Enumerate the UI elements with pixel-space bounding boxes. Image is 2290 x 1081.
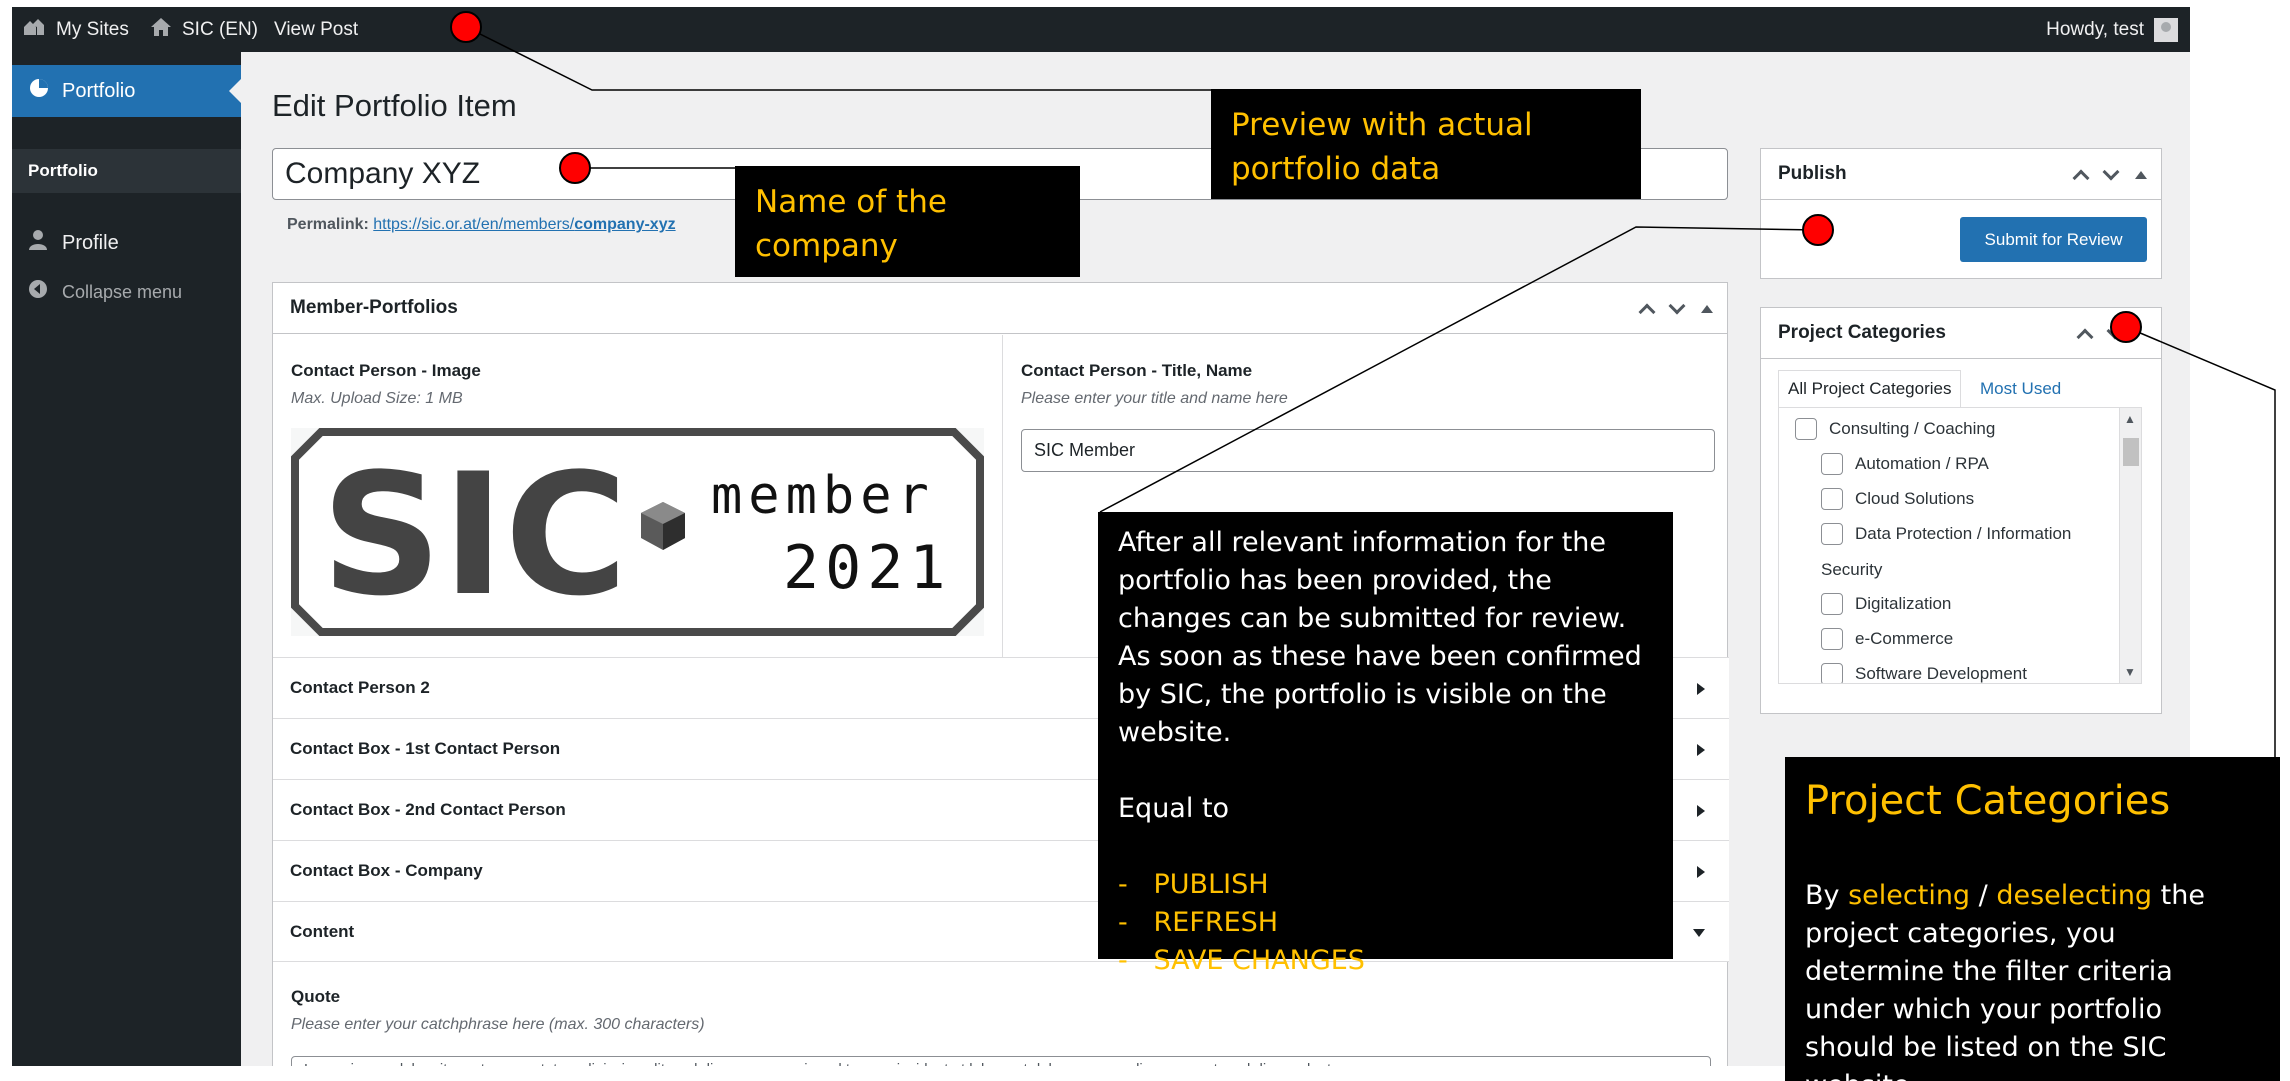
callout-project-categories: Project Categories By selecting / desele… — [1785, 757, 2280, 1081]
marker-view-post — [450, 11, 482, 43]
callout-action-save: - SAVE CHANGES — [1118, 945, 1365, 976]
action-label: REFRESH — [1153, 907, 1279, 938]
callout-preview: Preview with actual portfolio data — [1211, 89, 1641, 199]
marker-categories — [2110, 311, 2142, 343]
marker-submit — [1802, 214, 1834, 246]
callout-equal-to: Equal to — [1118, 793, 1230, 824]
callout-categories-title: Project Categories — [1805, 778, 2171, 824]
marker-post-title — [559, 152, 591, 184]
screenshot-stage: My Sites SIC (EN) View Post Howdy, test — [0, 0, 2290, 1081]
callout-submit-review: After all relevant information for the p… — [1098, 512, 1673, 976]
callout-categories-text: By selecting / deselecting the project c… — [1805, 877, 2260, 1081]
callout-action-publish: - PUBLISH — [1118, 869, 1269, 900]
callout-company-name: Name of the company — [735, 166, 1080, 277]
callout-preview-text: Preview with actual portfolio data — [1231, 107, 1533, 187]
callout-submit-text: After all relevant information for the p… — [1118, 527, 1642, 748]
callout-action-refresh: - REFRESH — [1118, 907, 1279, 938]
action-label: PUBLISH — [1153, 869, 1269, 900]
text-part: / — [1970, 880, 1997, 911]
text-selecting: selecting — [1848, 880, 1971, 911]
text-deselecting: deselecting — [1996, 880, 2153, 911]
action-label: SAVE CHANGES — [1153, 945, 1365, 976]
callout-company-name-text: Name of the company — [755, 184, 947, 264]
text-part: By — [1805, 880, 1849, 911]
